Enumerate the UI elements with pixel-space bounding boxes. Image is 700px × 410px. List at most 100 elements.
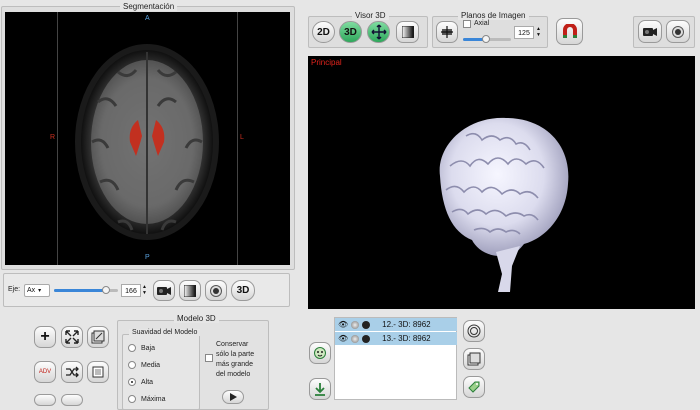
keep-line-4: del modelo: [216, 371, 251, 378]
axial-brain-slice: [75, 44, 219, 240]
smooth-option[interactable]: Alta: [128, 378, 153, 386]
sphere-icon[interactable]: [351, 334, 360, 343]
segmentation-title: Segmentación: [120, 2, 178, 11]
view-2d-label: 2D: [317, 26, 330, 38]
magnet-button[interactable]: [556, 18, 583, 45]
adv-button[interactable]: ADV: [34, 361, 56, 383]
radio-icon[interactable]: [128, 361, 136, 369]
video-capture-button[interactable]: [638, 20, 662, 43]
orientation-top: A: [145, 15, 150, 22]
tool-button-b[interactable]: [61, 394, 83, 406]
slice-number-value: 166: [125, 288, 137, 295]
planes-icon: [441, 26, 453, 38]
circle-target-icon: [210, 284, 222, 297]
snapshot-button[interactable]: [666, 20, 690, 43]
axis-select-value: Ax: [27, 287, 36, 294]
layers-icon: [91, 330, 105, 344]
radio-icon[interactable]: [128, 378, 136, 386]
frame-button[interactable]: [87, 361, 109, 383]
planes-button[interactable]: [436, 21, 458, 43]
view-3d-button[interactable]: 3D: [231, 280, 255, 301]
contrast-gradient-icon: [401, 26, 414, 38]
modelo3d-title: Modelo 3D: [174, 314, 219, 323]
rings-button[interactable]: [463, 320, 485, 342]
radio-icon[interactable]: [128, 344, 136, 352]
viewport-3d[interactable]: Principal: [308, 56, 695, 309]
tag-button[interactable]: [463, 376, 485, 398]
visor3d-title: Visor 3D: [352, 11, 389, 20]
keep-line-2: sólo la parte: [216, 351, 255, 358]
keep-largest-checkbox[interactable]: [205, 354, 213, 364]
play-button[interactable]: [222, 390, 244, 404]
orientation-left: R: [50, 134, 56, 141]
smooth-option[interactable]: Baja: [128, 344, 155, 352]
plane-stepper[interactable]: ▲ ▼: [535, 26, 542, 39]
layer-row[interactable]: 👁 12.- 3D: 8962: [335, 318, 457, 331]
keep-line-3: más grande: [216, 361, 253, 368]
axis-label: Eje:: [8, 286, 21, 293]
move-arrows-icon: [371, 24, 386, 40]
tool-button-a[interactable]: [34, 394, 56, 406]
axial-checkbox[interactable]: [463, 20, 471, 30]
view-3d-label: 3D: [236, 285, 250, 296]
plane-number-field[interactable]: 125: [514, 26, 534, 39]
chevron-down-icon: ▾: [38, 288, 42, 294]
axial-label: Axial: [474, 20, 490, 27]
layers-button[interactable]: [87, 326, 109, 348]
plane-slider-handle[interactable]: [481, 35, 490, 43]
add-button[interactable]: +: [34, 326, 56, 348]
sphere-icon[interactable]: [351, 320, 360, 329]
contrast-button[interactable]: [179, 280, 201, 301]
eye-icon[interactable]: 👁: [338, 334, 348, 343]
layer-label: 12.- 3D: 8962: [382, 320, 431, 329]
download-button[interactable]: [309, 378, 331, 400]
smooth-option-label: Media: [141, 361, 161, 369]
axis-select[interactable]: Ax ▾: [24, 284, 50, 297]
record-button[interactable]: [205, 280, 227, 301]
slice-stepper[interactable]: ▲ ▼: [141, 284, 148, 297]
view-3d-toggle-label: 3D: [344, 26, 357, 38]
planos-title: Planos de Imagen: [458, 11, 529, 20]
smooth-option-label: Baja: [141, 344, 156, 352]
download-arrow-icon: [315, 383, 325, 396]
brain-3d-model: [439, 117, 569, 292]
layers-list[interactable]: 👁 12.- 3D: 8962 👁 13.- 3D: 8962: [334, 317, 457, 400]
camera-icon: [643, 27, 657, 36]
contrast-gradient-icon: [184, 284, 196, 297]
eye-icon[interactable]: 👁: [338, 320, 348, 329]
pan-button[interactable]: [367, 21, 390, 43]
smooth-option-label: Alta: [141, 378, 154, 386]
orientation-bottom: P: [145, 254, 150, 261]
adv-label: ADV: [38, 369, 52, 375]
radio-icon[interactable]: [128, 395, 136, 403]
shuffle-icon: [66, 366, 79, 378]
contrast-3d-button[interactable]: [396, 21, 419, 43]
expand-button[interactable]: [61, 326, 83, 348]
plane-number-value: 125: [518, 30, 530, 37]
slice-number-field[interactable]: 166: [121, 284, 141, 297]
head-icon: [314, 347, 326, 359]
shuffle-button[interactable]: [61, 361, 83, 383]
smooth-option-label: Máxima: [141, 395, 166, 403]
smooth-option[interactable]: Media: [128, 361, 160, 369]
layer-label: 13.- 3D: 8962: [382, 334, 431, 343]
view-3d-toggle[interactable]: 3D: [339, 21, 362, 43]
plus-icon: +: [40, 328, 50, 345]
keep-line-1: Conservar: [216, 341, 249, 348]
viewport-border-right: [237, 12, 238, 265]
segmentation-viewport[interactable]: A P R L: [5, 12, 290, 265]
color-dot-icon[interactable]: [362, 320, 371, 329]
magnet-icon: [562, 23, 577, 38]
layer-row[interactable]: 👁 13.- 3D: 8962: [335, 332, 457, 345]
head-model-button[interactable]: [309, 342, 331, 364]
view-2d-button[interactable]: 2D: [312, 21, 335, 43]
smooth-option[interactable]: Máxima: [128, 395, 166, 403]
camera-icon: [157, 286, 171, 295]
color-dot-icon[interactable]: [362, 334, 371, 343]
arrows-expand-icon: [65, 330, 79, 344]
layers-icon: [467, 352, 481, 366]
tag-icon: [468, 381, 480, 393]
orientation-right: L: [240, 134, 244, 141]
camera-button[interactable]: [153, 280, 175, 301]
layers-stack-button[interactable]: [463, 348, 485, 370]
